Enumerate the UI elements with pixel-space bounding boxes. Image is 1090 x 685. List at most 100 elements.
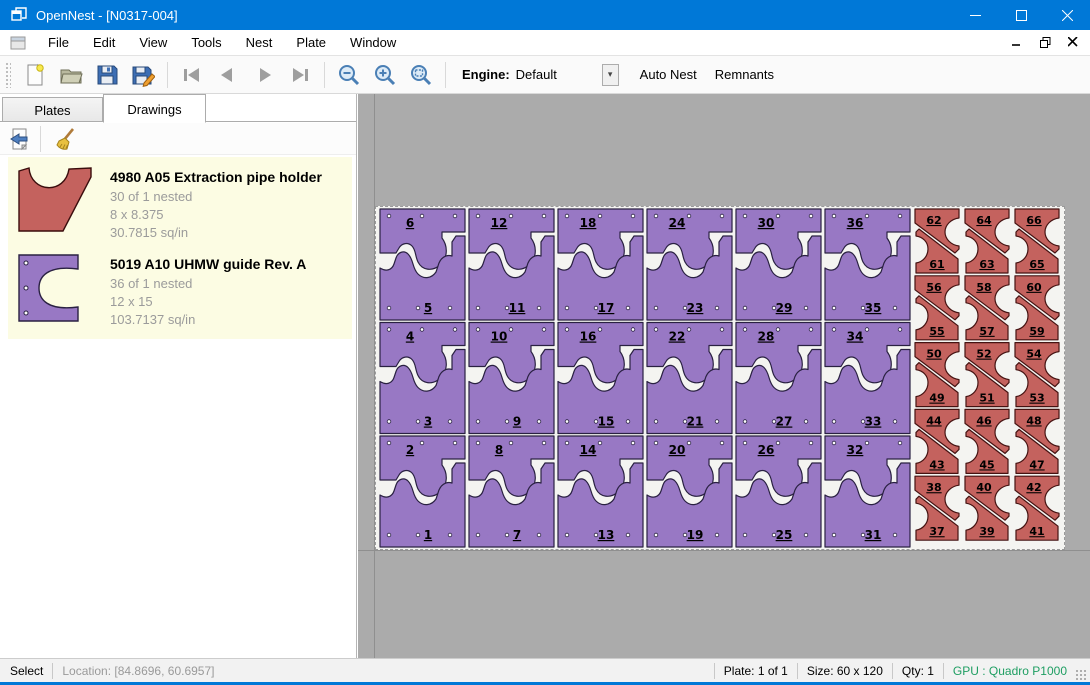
mdi-close-icon[interactable] xyxy=(1062,32,1084,52)
menu-edit[interactable]: Edit xyxy=(81,31,127,54)
red-part-pair[interactable]: 5453 xyxy=(1015,343,1059,407)
purple-part-pair[interactable]: 2019 xyxy=(647,436,732,547)
purple-part-pair[interactable]: 1615 xyxy=(558,323,643,434)
red-part-pair[interactable]: 5049 xyxy=(915,343,959,407)
open-folder-icon[interactable] xyxy=(53,60,89,90)
purple-part-pair[interactable]: 65 xyxy=(380,209,465,320)
purple-part-pair[interactable]: 30 29 xyxy=(736,209,821,320)
part-number: 29 xyxy=(776,301,793,315)
status-gpu: GPU : Quadro P1000 xyxy=(953,664,1067,678)
red-part-pair[interactable]: 6665 xyxy=(1015,209,1059,273)
red-part-pair[interactable]: 4847 xyxy=(1015,409,1059,473)
engine-select-value[interactable]: Default xyxy=(516,67,602,82)
purple-part-pair[interactable]: 2625 xyxy=(736,436,821,547)
mdi-document-icon[interactable] xyxy=(10,36,26,50)
nested-parts-layout[interactable]: 6512111817242330293635431091615222128273… xyxy=(376,207,1064,549)
nav-first-icon[interactable] xyxy=(174,60,210,90)
part-number: 8 xyxy=(495,443,503,457)
tab-plates[interactable]: Plates xyxy=(2,97,103,122)
toolbar-grip[interactable] xyxy=(5,62,11,88)
purple-part-pair[interactable]: 21 xyxy=(380,436,465,547)
purple-part-pair[interactable]: 43 xyxy=(380,323,465,434)
purple-part-pair[interactable]: 36 35 xyxy=(825,209,910,320)
purple-part-pair[interactable]: 109 xyxy=(469,323,554,434)
purple-part-pair[interactable]: 2423 xyxy=(647,209,732,320)
zoom-out-icon[interactable] xyxy=(331,60,367,90)
menu-view[interactable]: View xyxy=(127,31,179,54)
drawing-item-extraction-pipe-holder[interactable]: 4980 A05 Extraction pipe holder 30 of 1 … xyxy=(8,161,352,248)
purple-part-pair[interactable]: 3433 xyxy=(825,323,910,434)
engine-dropdown-icon[interactable]: ▾ xyxy=(602,64,619,86)
red-part-pair[interactable]: 6261 xyxy=(915,209,959,273)
nest-canvas[interactable]: 6512111817242330293635431091615222128273… xyxy=(358,94,1090,658)
mdi-minimize-icon[interactable] xyxy=(1006,32,1028,52)
purple-part-pair[interactable]: 2827 xyxy=(736,323,821,434)
part-number: 36 xyxy=(847,216,864,230)
purple-part-pair[interactable]: 3231 xyxy=(825,436,910,547)
new-document-icon[interactable] xyxy=(17,60,53,90)
drawing-area: 103.7137 sq/in xyxy=(110,312,306,327)
red-part-pair[interactable]: 6059 xyxy=(1015,276,1059,340)
zoom-fit-icon[interactable] xyxy=(403,60,439,90)
red-part-pair[interactable]: 6463 xyxy=(965,209,1009,273)
part-number: 35 xyxy=(865,301,882,315)
red-part-pair[interactable]: 5857 xyxy=(965,276,1009,340)
red-part-pair[interactable]: 4645 xyxy=(965,409,1009,473)
red-part-pair[interactable]: 5655 xyxy=(915,276,959,340)
part-number: 57 xyxy=(979,325,994,338)
part-number: 3 xyxy=(424,415,432,429)
menu-file[interactable]: File xyxy=(36,31,81,54)
red-part-pair[interactable]: 4241 xyxy=(1015,476,1059,540)
remnants-button[interactable]: Remnants xyxy=(706,61,783,88)
part-number: 46 xyxy=(976,414,992,427)
part-number: 30 xyxy=(758,216,775,230)
red-part-pair[interactable]: 5251 xyxy=(965,343,1009,407)
part-number: 5 xyxy=(424,301,432,315)
toolbar-separator xyxy=(167,62,168,88)
drawing-thumbnail-red-part xyxy=(18,167,104,240)
drawings-toolbar xyxy=(0,123,356,155)
save-as-icon[interactable] xyxy=(125,60,161,90)
menu-nest[interactable]: Nest xyxy=(234,31,285,54)
mdi-restore-icon[interactable] xyxy=(1034,32,1056,52)
purple-part-pair[interactable]: 87 xyxy=(469,436,554,547)
nav-previous-icon[interactable] xyxy=(210,60,246,90)
plate-sheet[interactable]: 6512111817242330293635431091615222128273… xyxy=(375,206,1065,550)
resize-grip[interactable] xyxy=(1075,669,1087,681)
title-bar: OpenNest - [N0317-004] xyxy=(0,0,1090,30)
purple-part-pair[interactable]: 1211 xyxy=(469,209,554,320)
red-part-pair[interactable]: 4443 xyxy=(915,409,959,473)
purple-part-pair[interactable]: 1817 xyxy=(558,209,643,320)
nav-next-icon[interactable] xyxy=(246,60,282,90)
maximize-icon[interactable] xyxy=(998,0,1044,30)
part-number: 12 xyxy=(491,216,508,230)
status-separator xyxy=(714,663,715,679)
part-number: 52 xyxy=(976,348,991,361)
part-number: 49 xyxy=(929,392,944,405)
purple-part-pair[interactable]: 2221 xyxy=(647,323,732,434)
save-icon[interactable] xyxy=(89,60,125,90)
part-number: 2 xyxy=(406,443,414,457)
nav-last-icon[interactable] xyxy=(282,60,318,90)
status-size: Size: 60 x 120 xyxy=(807,664,883,678)
return-drawing-icon[interactable] xyxy=(4,125,36,153)
part-number: 66 xyxy=(1026,214,1042,227)
close-icon[interactable] xyxy=(1044,0,1090,30)
minimize-icon[interactable] xyxy=(952,0,998,30)
zoom-in-icon[interactable] xyxy=(367,60,403,90)
purple-part-pair[interactable]: 1413 xyxy=(558,436,643,547)
tab-drawings[interactable]: Drawings xyxy=(103,94,206,123)
part-number: 10 xyxy=(491,330,508,344)
drawing-item-uhmw-guide[interactable]: 5019 A10 UHMW guide Rev. A 36 of 1 neste… xyxy=(8,248,352,335)
part-number: 63 xyxy=(979,258,994,271)
clean-sweep-icon[interactable] xyxy=(49,125,81,153)
menu-window[interactable]: Window xyxy=(338,31,408,54)
auto-nest-button[interactable]: Auto Nest xyxy=(631,61,706,88)
menu-plate[interactable]: Plate xyxy=(284,31,338,54)
status-separator xyxy=(797,663,798,679)
app-icon xyxy=(11,7,27,23)
plate-guide-line-horizontal xyxy=(358,550,1090,551)
red-part-pair[interactable]: 3837 xyxy=(915,476,959,540)
menu-tools[interactable]: Tools xyxy=(179,31,233,54)
red-part-pair[interactable]: 4039 xyxy=(965,476,1009,540)
